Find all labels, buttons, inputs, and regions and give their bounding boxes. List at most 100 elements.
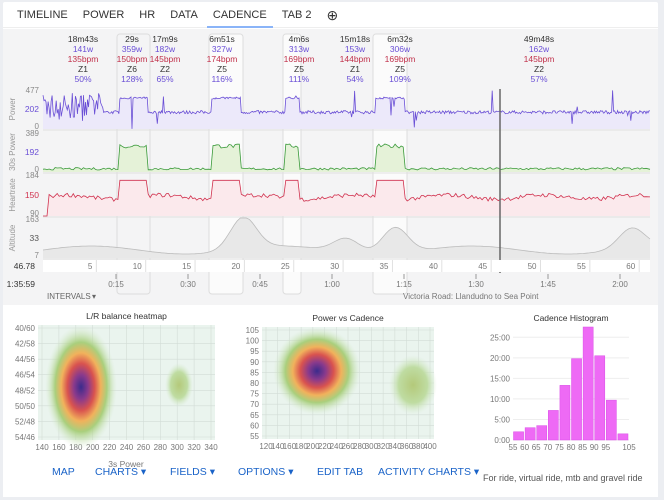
fields-label: FIELDS	[170, 466, 207, 478]
charts-label: CHARTS	[95, 466, 138, 478]
caret-down-icon: ▾	[288, 466, 294, 478]
track-current: 192	[25, 147, 39, 157]
y-tick-label: 85	[250, 368, 259, 377]
y-tick-label: 42/58	[15, 340, 36, 349]
x-tick-label: 240	[120, 443, 134, 452]
track-area	[43, 180, 650, 216]
histogram-bar	[559, 385, 571, 441]
y-tick-label: 90	[250, 358, 259, 367]
y-tick-label: 46/54	[15, 371, 36, 380]
tab-hr[interactable]: HR	[139, 2, 155, 28]
interval-pct: 57%	[530, 74, 547, 84]
x-tick-label: 80	[567, 443, 576, 452]
interval-pct: 50%	[74, 74, 91, 84]
y-tick-label: 65	[250, 411, 259, 420]
caret-down-icon: ▾	[140, 466, 147, 478]
track-name: Power	[8, 97, 17, 120]
tab-bar: TIMELINE POWER HR DATA CADENCE TAB 2 ⊕	[3, 2, 658, 28]
caret-down-icon: ▾	[209, 466, 215, 478]
distance-tick-label: 10	[133, 262, 142, 271]
interval-dur: 4m6s	[289, 34, 310, 44]
heat-hotspot	[165, 363, 193, 407]
interval-zone: Z2	[534, 64, 544, 74]
interval-zone: Z5	[395, 64, 405, 74]
plus-circle-icon[interactable]: ⊕	[326, 2, 338, 28]
time-tick-label: 2:00	[612, 280, 628, 289]
tab-timeline[interactable]: TIMELINE	[17, 2, 68, 28]
intervals-menu[interactable]: INTERVALS	[47, 292, 91, 301]
options-button[interactable]: OPTIONS ▾	[238, 466, 293, 478]
interval-bpm: 150bpm	[117, 54, 148, 64]
track-name: 30s Power	[8, 133, 17, 171]
x-tick-label: 105	[622, 443, 636, 452]
heat-hotspot	[389, 355, 437, 415]
distance-tick-label: 15	[182, 262, 191, 271]
caret-down-icon: ▾	[473, 466, 480, 478]
x-tick-label: 55	[509, 443, 518, 452]
track-max: 389	[26, 129, 40, 138]
y-tick-label: 105	[246, 326, 260, 335]
segment-name: Victoria Road: Llandudno to Sea Point	[403, 292, 539, 301]
interval-dur: 18m43s	[68, 34, 98, 44]
interval-pct: 128%	[121, 74, 143, 84]
map-button[interactable]: MAP	[52, 466, 75, 478]
tab-power[interactable]: POWER	[83, 2, 125, 28]
activity-charts-button[interactable]: ACTIVITY CHARTS ▾	[378, 466, 479, 478]
x-tick-label: 60	[520, 443, 529, 452]
interval-bpm: 169bpm	[385, 54, 416, 64]
heat-hotspot	[273, 327, 361, 415]
x-tick-label: 160	[52, 443, 66, 452]
interval-bpm: 145bpm	[150, 54, 181, 64]
y-tick-label: 52/48	[15, 417, 36, 426]
y-tick-label: 75	[250, 390, 259, 399]
x-tick-label: 280	[154, 443, 168, 452]
x-tick-label: 400	[423, 442, 437, 451]
y-tick-label: 55	[250, 432, 259, 441]
x-tick-label: 70	[543, 443, 552, 452]
track-current: 150	[25, 190, 39, 200]
timeline-chart[interactable]: 18m43s141w135bpmZ150%29s359w150bpmZ6128%…	[3, 29, 658, 306]
time-tick-label: 1:45	[540, 280, 556, 289]
x-tick-label: 75	[555, 443, 564, 452]
time-tick-label: 1:00	[324, 280, 340, 289]
tab-data[interactable]: DATA	[170, 2, 198, 28]
y-tick-label: 5:00	[494, 415, 510, 424]
interval-zone: Z1	[350, 64, 360, 74]
charts-button[interactable]: CHARTS ▾	[95, 466, 146, 478]
y-tick-label: 80	[250, 379, 259, 388]
time-cursor: 1:35:59	[7, 279, 36, 289]
y-tick-label: 54/46	[15, 433, 36, 442]
tab-cadence[interactable]: CADENCE	[206, 2, 273, 28]
histogram-bar	[524, 427, 536, 441]
interval-bpm: 135bpm	[68, 54, 99, 64]
interval-pct: 54%	[346, 74, 363, 84]
interval-bpm: 144bpm	[340, 54, 371, 64]
interval-dur: 49m48s	[524, 34, 554, 44]
interval-w: 153w	[345, 44, 366, 54]
histogram-bar	[536, 425, 548, 441]
x-tick-label: 300	[171, 443, 185, 452]
y-tick-label: 48/52	[15, 386, 36, 395]
activity-card: TIMELINE POWER HR DATA CADENCE TAB 2 ⊕ 1…	[3, 2, 658, 497]
charts-note: For ride, virtual ride, mtb and gravel r…	[483, 473, 643, 483]
histogram-bar	[548, 410, 559, 441]
histogram-bar	[513, 431, 524, 441]
y-tick-label: 40/60	[15, 324, 36, 333]
interval-bpm: 174bpm	[207, 54, 238, 64]
interval-dur: 6m51s	[209, 34, 235, 44]
fields-button[interactable]: FIELDS ▾	[170, 466, 215, 478]
distance-tick-label: 25	[281, 262, 290, 271]
time-tick-label: 0:15	[108, 280, 124, 289]
edit-tab-button[interactable]: EDIT TAB	[317, 466, 363, 478]
interval-w: 359w	[122, 44, 143, 54]
histogram-bar	[571, 358, 582, 441]
interval-pct: 111%	[289, 74, 310, 84]
interval-pct: 116%	[211, 74, 233, 84]
heat-hotspot	[45, 325, 117, 449]
time-tick-label: 1:30	[468, 280, 484, 289]
histogram-bar	[594, 355, 606, 441]
y-tick-label: 50/50	[15, 402, 36, 411]
y-tick-label: 10:00	[490, 395, 511, 404]
interval-w: 141w	[73, 44, 94, 54]
tab-tab2[interactable]: TAB 2	[282, 2, 312, 28]
